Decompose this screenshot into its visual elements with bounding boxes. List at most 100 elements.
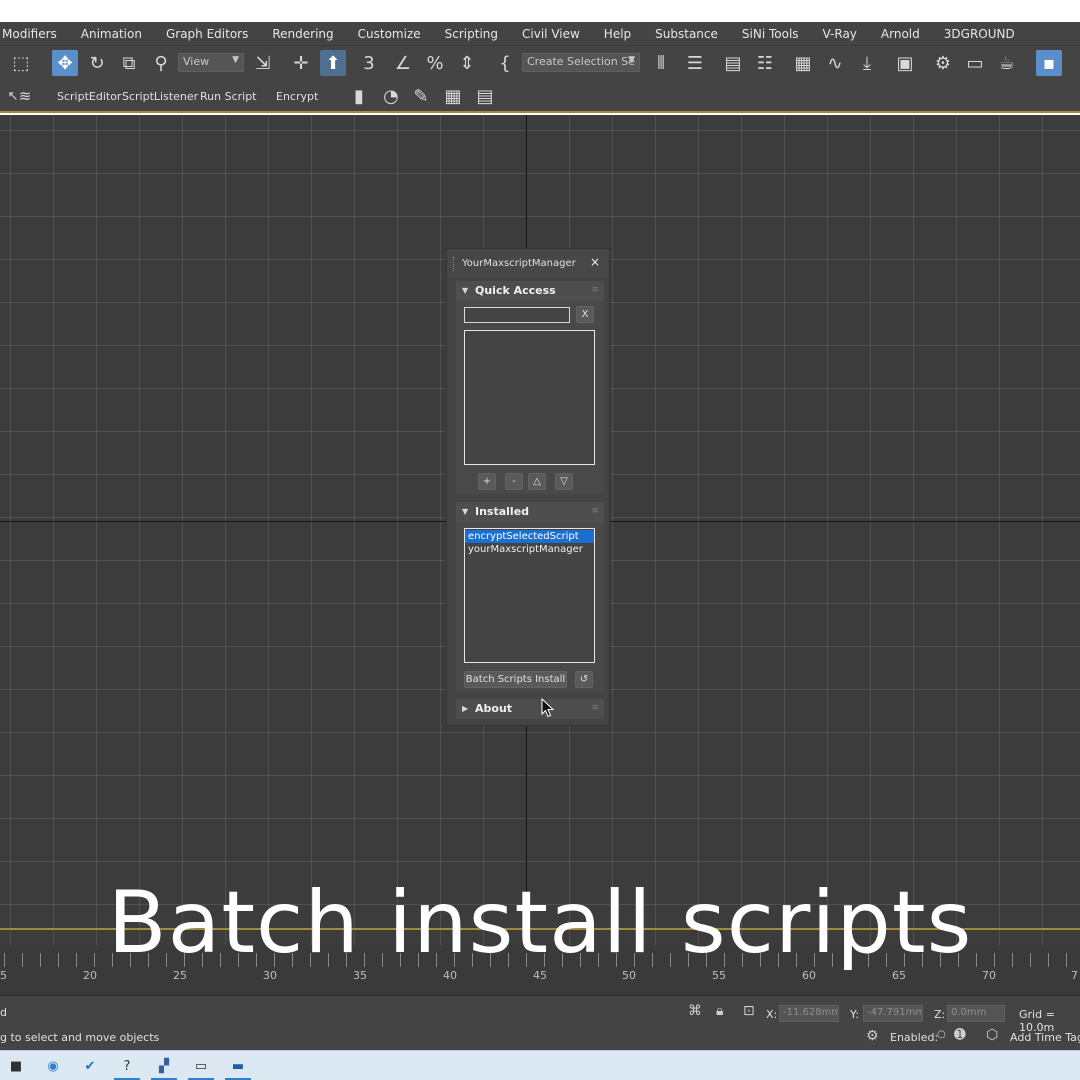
remove-button[interactable]: - (505, 473, 523, 490)
time-tag-icon[interactable]: ⬡ (986, 1027, 998, 1043)
absolute-mode-icon[interactable]: ⊡ (743, 1003, 755, 1019)
mirror-icon[interactable]: ⫴ (648, 50, 674, 76)
menu-arnold[interactable]: Arnold (869, 27, 932, 41)
video-caption: Batch install scripts (107, 873, 973, 973)
align-icon[interactable]: ☰ (682, 50, 708, 76)
encrypt-button[interactable]: Encrypt (276, 90, 318, 103)
list-item[interactable]: yourMaxscriptManager (465, 543, 594, 556)
keyboard-shortcut-icon[interactable]: ⬆ (320, 50, 346, 76)
select-region-icon[interactable]: ⬚ (8, 50, 34, 76)
script-tool-5-icon[interactable]: ▤ (472, 83, 498, 109)
collapsed-triangle-icon: ▶ (462, 704, 469, 713)
ribbon-icon[interactable]: ▦ (790, 50, 816, 76)
scene-explorer-icon[interactable]: ▤ (720, 50, 746, 76)
menu-scripting[interactable]: Scripting (433, 27, 510, 41)
selection-lock-icon[interactable]: ⌘ (688, 1003, 702, 1019)
taskbar-help-icon[interactable]: ? (114, 1055, 140, 1080)
status-prompt: g to select and move objects (0, 1031, 160, 1044)
save-icon[interactable]: ▪ (1036, 50, 1062, 76)
reference-coord-dropdown[interactable]: View ▼ (178, 53, 244, 72)
installed-rollout-header[interactable]: ▼ Installed ≡ (456, 502, 604, 522)
run-script-button[interactable]: Run Script (200, 90, 257, 103)
rollout-grip-icon: ≡ (591, 506, 599, 516)
quick-access-rollout-header[interactable]: ▼ Quick Access ≡ (456, 281, 604, 301)
script-listener-button[interactable]: ScriptListener (122, 90, 198, 103)
rollout-grip-icon: ≡ (591, 703, 599, 713)
enabled-label: Enabled: (890, 1031, 939, 1044)
taskbar-app-icon[interactable]: ■ (3, 1055, 29, 1077)
list-item[interactable]: encryptSelectedScript (465, 530, 594, 543)
time-config-icon[interactable]: ⚙ (866, 1028, 879, 1044)
add-time-tag-button[interactable]: Add Time Tag (1010, 1031, 1080, 1044)
menu-rendering[interactable]: Rendering (260, 27, 345, 41)
menu-vray[interactable]: V-Ray (811, 27, 869, 41)
selection-set-dropdown[interactable]: Create Selection Se ▼ (522, 53, 640, 72)
rotate-icon[interactable]: ↻ (84, 50, 110, 76)
rollout-grip-icon: ≡ (591, 285, 599, 295)
render-icon[interactable]: ☕ (994, 50, 1020, 76)
link-icon[interactable]: ⚲ (148, 50, 174, 76)
menu-customize[interactable]: Customize (346, 27, 433, 41)
manipulate-icon[interactable]: ✛ (288, 50, 314, 76)
x-label: X: (766, 1008, 778, 1021)
menu-civil-view[interactable]: Civil View (510, 27, 592, 41)
x-coordinate-field[interactable]: -11.628mm (779, 1005, 839, 1022)
spinner-snap-icon[interactable]: ⇕ (454, 50, 480, 76)
installed-scripts-list[interactable]: encryptSelectedScript yourMaxscriptManag… (464, 528, 595, 663)
percent-snap-icon[interactable]: % (422, 50, 448, 76)
material-editor-icon[interactable]: ▣ (892, 50, 918, 76)
taskbar-monitor-icon[interactable]: ▭ (188, 1055, 214, 1080)
script-tool-3-icon[interactable]: ✎ (408, 83, 434, 109)
script-tool-4-icon[interactable]: ▦ (440, 83, 466, 109)
script-editor-button[interactable]: ScriptEditor (57, 90, 121, 103)
taskbar-window-icon[interactable]: ▬ (225, 1055, 251, 1080)
taskbar-check-icon[interactable]: ✔ (77, 1055, 103, 1077)
drag-grip-icon[interactable] (453, 257, 455, 271)
quick-access-list[interactable] (464, 330, 595, 465)
key-mode-icon[interactable]: ➊ (954, 1027, 966, 1043)
move-icon[interactable]: ✥ (52, 50, 78, 76)
close-icon[interactable]: × (588, 255, 602, 269)
selection-set-icon[interactable]: { (492, 50, 518, 76)
layer-icon[interactable]: ☷ (752, 50, 778, 76)
menu-3dground[interactable]: 3DGROUND (932, 27, 1027, 41)
about-rollout-header[interactable]: ▶ About ≡ (456, 699, 604, 719)
pivot-icon[interactable]: ⇲ (250, 50, 276, 76)
lock-icon[interactable]: 🔒︎ (716, 1003, 723, 1019)
layers-icon[interactable]: ≋ (12, 83, 38, 109)
y-label: Y: (850, 1008, 859, 1021)
installed-title: Installed (475, 505, 530, 518)
y-coordinate-field[interactable]: -47.791mm (863, 1005, 923, 1022)
mouse-cursor-icon (541, 698, 555, 718)
taskbar-clapboard-icon[interactable]: ▞ (151, 1055, 177, 1080)
menu-animation[interactable]: Animation (69, 27, 154, 41)
snap-icon[interactable]: 3 (356, 50, 382, 76)
expanded-triangle-icon: ▼ (462, 286, 469, 295)
move-down-button[interactable]: ▽ (555, 473, 573, 490)
script-tool-2-icon[interactable]: ◔ (378, 83, 404, 109)
schematic-icon[interactable]: ⤓ (854, 50, 880, 76)
move-up-button[interactable]: △ (528, 473, 546, 490)
refresh-icon[interactable]: ↺ (575, 671, 593, 688)
menu-graph-editors[interactable]: Graph Editors (154, 27, 260, 41)
angle-snap-icon[interactable]: ∠ (390, 50, 416, 76)
expanded-triangle-icon: ▼ (462, 507, 469, 516)
clear-search-button[interactable]: X (576, 306, 594, 323)
render-setup-icon[interactable]: ⚙ (930, 50, 956, 76)
menu-substance[interactable]: Substance (643, 27, 730, 41)
maxscript-manager-panel: YourMaxscriptManager × ▼ Quick Access ≡ … (446, 248, 610, 726)
menu-sini-tools[interactable]: SiNi Tools (730, 27, 811, 41)
curve-editor-icon[interactable]: ∿ (822, 50, 848, 76)
menu-help[interactable]: Help (592, 27, 643, 41)
script-tool-1-icon[interactable]: ▮ (346, 83, 372, 109)
radio-icon[interactable]: ○ (937, 1029, 946, 1040)
taskbar-browser-icon[interactable]: ◉ (40, 1055, 66, 1077)
add-button[interactable]: + (478, 473, 496, 490)
render-frame-icon[interactable]: ▭ (962, 50, 988, 76)
menu-modifiers[interactable]: Modifiers (0, 27, 69, 41)
batch-scripts-install-button[interactable]: Batch Scripts Install (464, 671, 567, 688)
z-coordinate-field[interactable]: 0.0mm (947, 1005, 1005, 1022)
quick-access-search-input[interactable] (464, 307, 570, 323)
panel-titlebar[interactable]: YourMaxscriptManager × (447, 249, 609, 277)
scale-icon[interactable]: ⧉ (116, 50, 142, 76)
